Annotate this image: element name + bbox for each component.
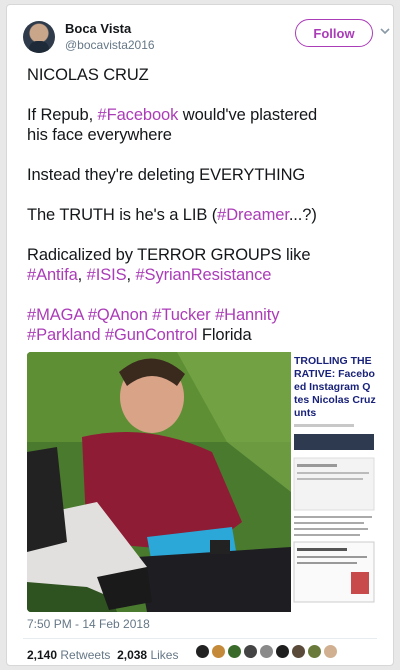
hashtag-link[interactable]: #SyrianResistance [135, 266, 271, 284]
avatar[interactable] [211, 644, 226, 659]
like-label[interactable]: Likes [150, 648, 178, 662]
avatar[interactable] [195, 644, 210, 659]
tweet-media[interactable]: TROLLING THE RATIVE: Facebo ed Instagram… [27, 352, 377, 612]
tweet-paragraph: The TRUTH is he's a LIB (#Dreamer...?) [27, 206, 317, 224]
tweet-paragraph: #MAGA #QAnon #Tucker #Hannity #Parkland … [27, 306, 280, 344]
hashtag-link[interactable]: #Facebook [98, 106, 179, 124]
avatar[interactable] [259, 644, 274, 659]
photo-image[interactable] [27, 352, 291, 612]
avatar[interactable] [275, 644, 290, 659]
retweet-count[interactable]: 2,140 [27, 648, 57, 662]
hashtag-link[interactable]: #Tucker [152, 306, 210, 324]
avatar[interactable] [323, 644, 338, 659]
tweet-header: Boca Vista @bocavista2016 Follow [23, 19, 390, 59]
tweet-paragraph: NICOLAS CRUZ [27, 66, 149, 84]
author-name[interactable]: Boca Vista [65, 21, 131, 36]
chevron-down-icon[interactable] [379, 25, 391, 37]
avatar[interactable] [243, 644, 258, 659]
hashtag-link[interactable]: #MAGA [27, 306, 83, 324]
hashtag-link[interactable]: #Hannity [215, 306, 279, 324]
hashtag-link[interactable]: #Parkland [27, 326, 101, 344]
article-body-image [293, 424, 375, 603]
article-screenshot[interactable]: TROLLING THE RATIVE: Facebo ed Instagram… [291, 352, 377, 612]
hashtag-link[interactable]: #QAnon [88, 306, 148, 324]
hashtag-link[interactable]: #Dreamer [217, 206, 289, 224]
author-handle[interactable]: @bocavista2016 [65, 38, 155, 52]
avatar[interactable] [307, 644, 322, 659]
like-count[interactable]: 2,038 [117, 648, 147, 662]
avatar[interactable] [291, 644, 306, 659]
avatar[interactable] [23, 21, 55, 53]
retweet-label[interactable]: Retweets [60, 648, 110, 662]
tweet-paragraph: Instead they're deleting EVERYTHING [27, 166, 306, 184]
hashtag-link[interactable]: #Antifa [27, 266, 78, 284]
tweet-text: NICOLAS CRUZ If Repub, #Facebook would'v… [27, 65, 377, 365]
tweet-card: Boca Vista @bocavista2016 Follow NICOLAS… [6, 4, 394, 666]
divider [23, 638, 377, 639]
tweet-timestamp[interactable]: 7:50 PM - 14 Feb 2018 [27, 617, 150, 631]
follow-button[interactable]: Follow [295, 19, 373, 47]
tweet-paragraph: If Repub, #Facebook would've plastered h… [27, 106, 318, 144]
avatar[interactable] [227, 644, 242, 659]
tweet-paragraph: Radicalized by TERROR GROUPS like #Antif… [27, 246, 311, 284]
tweet-stats: 2,140 Retweets 2,038 Likes [27, 648, 178, 662]
hashtag-link[interactable]: #ISIS [87, 266, 127, 284]
article-headline: TROLLING THE RATIVE: Facebo ed Instagram… [294, 355, 376, 419]
hashtag-link[interactable]: #GunControl [105, 326, 198, 344]
